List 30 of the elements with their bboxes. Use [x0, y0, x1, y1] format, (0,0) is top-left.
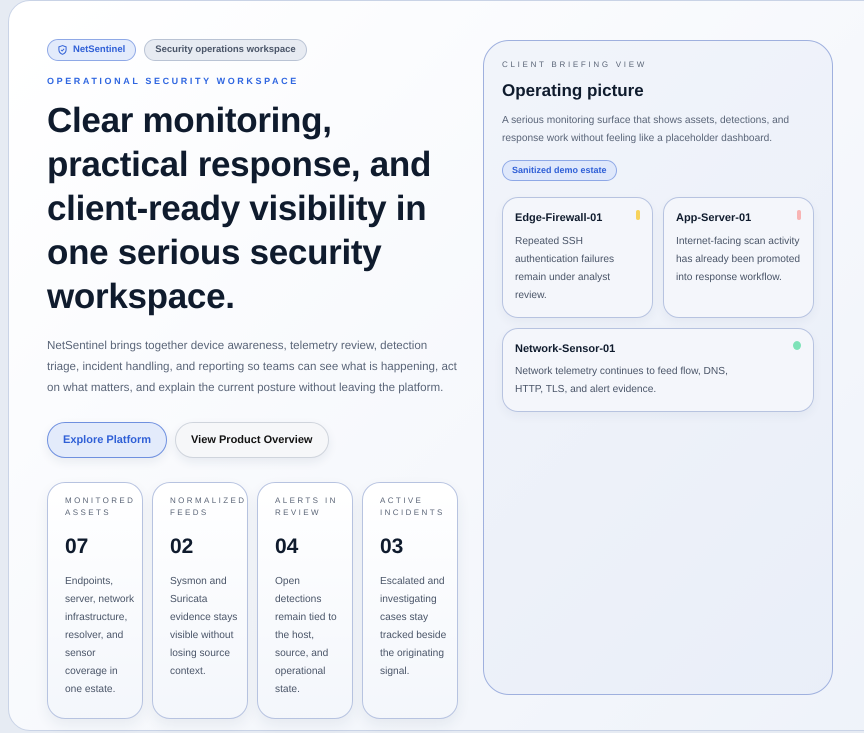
- metric-label: ACTIVE INCIDENTS: [380, 495, 446, 520]
- panel-eyebrow: CLIENT BRIEFING VIEW: [502, 59, 648, 71]
- metric-value: 02: [170, 534, 194, 560]
- host-description: Repeated SSH authentication failures remain under analyst review.: [515, 234, 616, 302]
- host-description: Network telemetry continues to feed flow, DNS, HTTP, TLS, and alert evidence.: [515, 365, 729, 397]
- host-name: Network-Sensor-01: [515, 342, 616, 356]
- badge-pill: NetSentinel: [47, 39, 136, 62]
- metric-value: 03: [380, 534, 404, 560]
- metric-description: Endpoints, server, network infrastructure, resolver, and sensor coverage in one estate.: [65, 574, 136, 697]
- overview-button[interactable]: View Product Overview: [175, 422, 328, 458]
- host-description: Internet-facing scan activity has already been promoted into response workflow.: [676, 234, 801, 284]
- metric-label: ALERTS IN REVIEW: [275, 495, 339, 520]
- shield-icon: [58, 45, 67, 56]
- metric-value: 07: [65, 534, 90, 560]
- metric-value: 04: [275, 534, 300, 560]
- demo-tag: Sanitized demo estate: [502, 160, 617, 181]
- metric-description: Open detections remain tied to the host, source, and operational state.: [275, 574, 338, 697]
- metric-description: Sysmon and Suricata evidence stays visible without losing source context.: [170, 574, 238, 679]
- panel-description: A serious monitoring surface that shows assets, detections, and response work without feeling like a placeholder dashboard.: [502, 114, 790, 146]
- host-name: Edge-Firewall-01: [515, 211, 604, 226]
- metric-label: NORMALIZED FEEDS: [170, 495, 247, 520]
- metric-description: Escalated and investigating cases stay tracked beside the originating signal.: [380, 574, 448, 679]
- explore-button[interactable]: Explore Platform: [47, 422, 168, 458]
- panel-title: Operating picture: [502, 80, 645, 102]
- headline: Clear monitoring, practical response, and client-ready visibility in one serious security workspace.: [47, 100, 432, 318]
- intro-paragraph: NetSentinel brings together device awareness, telemetry review, detection triage, incident handling, and reporting so teams can see what is happening, act on what matters, and explain the current posture without leaving the platform.: [47, 338, 458, 396]
- eyebrow-label: OPERATIONAL SECURITY WORKSPACE: [47, 75, 300, 88]
- host-name: App-Server-01: [676, 211, 752, 226]
- badge-pill: Security operations workspace: [144, 39, 307, 62]
- metric-label: MONITORED ASSETS: [65, 495, 136, 520]
